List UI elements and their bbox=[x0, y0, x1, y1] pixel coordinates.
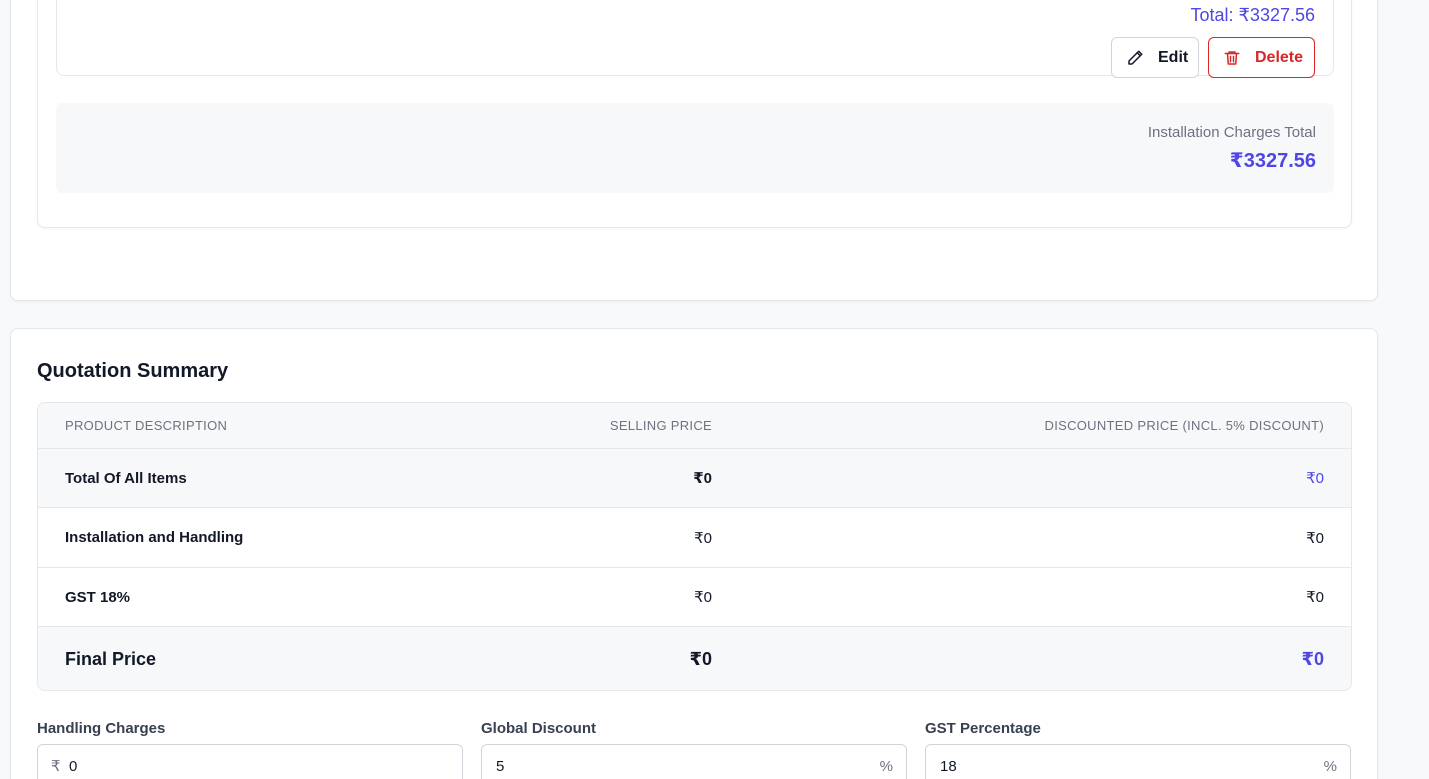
table-row: Installation and Handling ₹0 ₹0 bbox=[38, 508, 1351, 568]
summary-table: PRODUCT DESCRIPTION SELLING PRICE DISCOU… bbox=[37, 402, 1352, 691]
page-title: Quotation Summary bbox=[37, 360, 229, 382]
edit-button-label: Edit bbox=[1158, 48, 1189, 66]
row-description: GST 18% bbox=[65, 588, 131, 606]
row-description: Total Of All Items bbox=[65, 469, 187, 487]
installation-item-card: Total: ₹3327.56 Edit Delete bbox=[56, 0, 1334, 78]
rupee-prefix: ₹ bbox=[51, 758, 61, 775]
row-discounted-price: ₹0 bbox=[1306, 470, 1324, 487]
table-header: PRODUCT DESCRIPTION SELLING PRICE DISCOU… bbox=[38, 403, 1351, 449]
trash-icon bbox=[1224, 50, 1240, 65]
gst-percentage-input[interactable] bbox=[940, 745, 1310, 779]
final-price-row: Final Price ₹0 ₹0 bbox=[38, 627, 1351, 690]
global-discount-input[interactable] bbox=[496, 745, 866, 779]
percent-suffix: % bbox=[879, 757, 893, 775]
global-discount-label: Global Discount bbox=[481, 720, 597, 737]
row-description: Installation and Handling bbox=[65, 529, 244, 546]
row-discounted-price: ₹0 bbox=[1306, 529, 1324, 547]
table-row: GST 18% ₹0 ₹0 bbox=[38, 568, 1351, 627]
installation-section: Total: ₹3327.56 Edit Delete Installation… bbox=[37, 0, 1352, 228]
edit-button[interactable]: Edit bbox=[1111, 37, 1199, 78]
handling-charges-label: Handling Charges bbox=[37, 720, 166, 737]
global-discount-field: % bbox=[481, 744, 907, 779]
delete-button-label: Delete bbox=[1255, 48, 1304, 66]
percent-suffix: % bbox=[1323, 757, 1337, 775]
table-row: Total Of All Items ₹0 ₹0 bbox=[38, 449, 1351, 508]
pencil-icon bbox=[1128, 50, 1143, 65]
installation-total-label: Installation Charges Total bbox=[1147, 124, 1316, 141]
column-header-selling: SELLING PRICE bbox=[609, 418, 712, 433]
gst-percentage-field: % bbox=[925, 744, 1351, 779]
item-total: Total: ₹3327.56 bbox=[1190, 5, 1315, 25]
row-description: Final Price bbox=[65, 649, 157, 669]
row-selling-price: ₹0 bbox=[694, 529, 712, 547]
row-selling-price: ₹0 bbox=[689, 649, 712, 669]
handling-charges-field: ₹ bbox=[37, 744, 463, 779]
installation-total-box: Installation Charges Total ₹3327.56 bbox=[56, 103, 1334, 193]
row-discounted-price: ₹0 bbox=[1301, 649, 1324, 669]
row-discounted-price: ₹0 bbox=[1306, 589, 1324, 606]
column-header-description: PRODUCT DESCRIPTION bbox=[65, 418, 228, 433]
row-selling-price: ₹0 bbox=[693, 470, 712, 487]
row-selling-price: ₹0 bbox=[694, 589, 712, 606]
handling-charges-input[interactable] bbox=[69, 745, 449, 779]
quotation-summary-card: Quotation Summary PRODUCT DESCRIPTION SE… bbox=[10, 328, 1378, 779]
column-header-discounted: DISCOUNTED PRICE (INCL. 5% DISCOUNT) bbox=[1044, 418, 1324, 433]
delete-button[interactable]: Delete bbox=[1208, 37, 1315, 78]
gst-percentage-label: GST Percentage bbox=[925, 720, 1041, 737]
installation-total-value: ₹3327.56 bbox=[1229, 150, 1316, 172]
installation-card: Total: ₹3327.56 Edit Delete Installation… bbox=[10, 0, 1378, 301]
